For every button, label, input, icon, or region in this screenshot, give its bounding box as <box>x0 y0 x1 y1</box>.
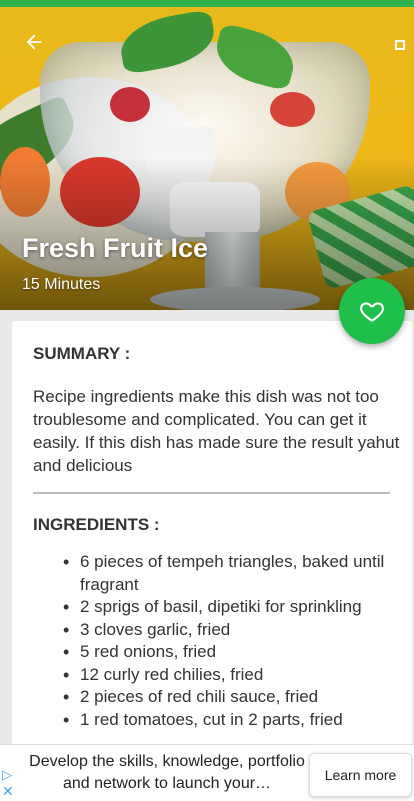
ad-banner[interactable]: ▷ ✕ Develop the skills, knowledge, portf… <box>0 744 414 801</box>
ad-learn-more-button[interactable]: Learn more <box>309 753 412 797</box>
recipe-detail-card: SUMMARY : Recipe ingredients make this d… <box>12 321 412 801</box>
ingredient-item: 12 curly red chilies, fried <box>63 664 414 687</box>
ingredient-item: 3 cloves garlic, fried <box>63 619 414 642</box>
top-status-strip <box>0 0 414 7</box>
ad-text[interactable]: Develop the skills, knowledge, portfolio… <box>22 751 312 795</box>
ingredients-heading: INGREDIENTS : <box>33 515 160 534</box>
ad-info-icon[interactable]: ▷ <box>2 767 12 783</box>
favorite-button[interactable] <box>339 278 405 344</box>
recipe-hero-image <box>0 7 414 310</box>
heart-outline-icon <box>360 302 384 322</box>
overflow-corner-icon[interactable] <box>394 38 408 52</box>
recipe-title: Fresh Fruit Ice <box>22 233 209 263</box>
dots-icon <box>395 40 405 50</box>
recipe-duration: 15 Minutes <box>22 276 101 293</box>
ingredient-item: 5 red onions, fried <box>63 641 414 664</box>
ingredient-item: 6 pieces of tempeh triangles, baked unti… <box>63 551 414 596</box>
arrow-back-icon <box>26 34 42 50</box>
back-button[interactable] <box>18 26 50 58</box>
ad-close-icon[interactable]: ✕ <box>2 783 14 800</box>
ingredient-item: 2 pieces of red chili sauce, fried <box>63 686 414 709</box>
ingredients-list: 6 pieces of tempeh triangles, baked unti… <box>33 551 414 731</box>
summary-heading: SUMMARY : <box>33 344 131 363</box>
summary-text: Recipe ingredients make this dish was no… <box>33 387 400 475</box>
hero-shade <box>0 7 414 310</box>
ingredient-item: 1 red tomatoes, cut in 2 parts, fried <box>63 709 414 732</box>
ingredient-item: 2 sprigs of basil, dipetiki for sprinkli… <box>63 596 414 619</box>
section-divider <box>33 492 390 494</box>
